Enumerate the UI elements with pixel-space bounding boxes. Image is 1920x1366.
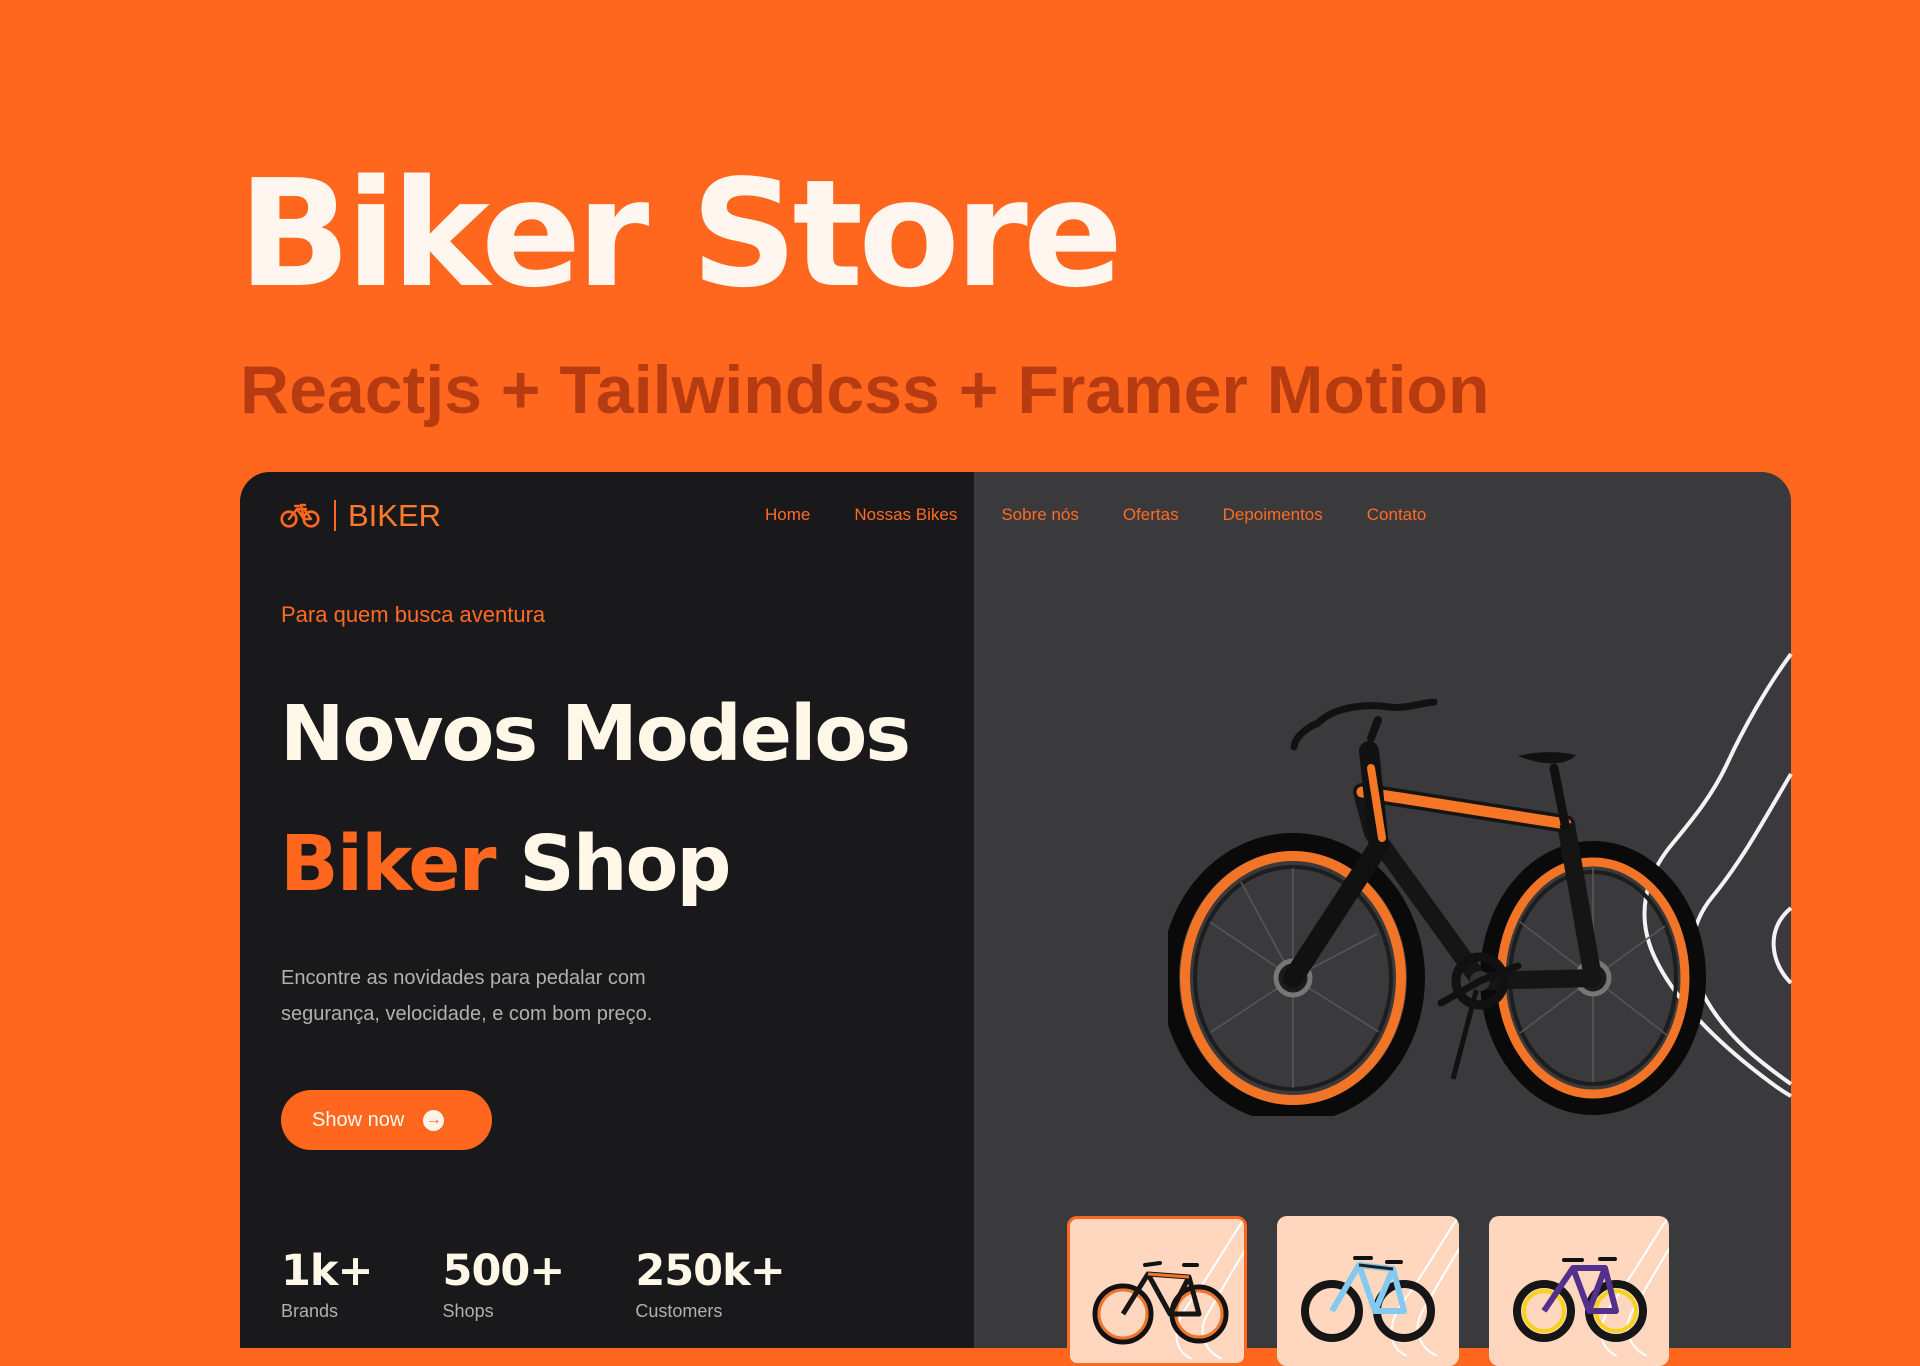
brand-divider [334,499,336,531]
stat-value: 1k+ [281,1246,374,1296]
nav-link-depoimentos[interactable]: Depoimentos [1223,506,1323,523]
stat-customers: 250k+ Customers [635,1246,785,1321]
stat-label: Shops [442,1301,494,1321]
show-now-button-label: Show now [312,1108,405,1131]
brand-logo[interactable]: BIKER [280,496,441,534]
orange-black-bicycle-image [1168,698,1706,1116]
bike-thumbnail-list [1067,1216,1669,1366]
stat-value: 500+ [442,1246,566,1296]
brand-name: BIKER [348,497,442,533]
bike-thumbnail-purple[interactable] [1489,1216,1669,1366]
nav-link-sobre-nos[interactable]: Sobre nós [1001,506,1079,523]
show-now-button[interactable]: Show now → [281,1090,492,1150]
hero-stats: 1k+ Brands 500+ Shops 250k+ Customers [281,1246,855,1321]
hero-headline-accent: Biker [280,820,496,909]
stat-value: 250k+ [635,1246,785,1296]
light-blue-mountain-bicycle-thumbnail [1301,1256,1435,1342]
nav-link-contato[interactable]: Contato [1367,506,1427,523]
orange-black-bicycle-thumbnail [1092,1261,1229,1345]
bicycle-icon [280,503,320,528]
bike-thumbnail-orange[interactable] [1067,1216,1247,1366]
nav-link-nossas-bikes[interactable]: Nossas Bikes [854,506,957,523]
nav-link-home[interactable]: Home [765,506,810,523]
stat-brands: 1k+ Brands [281,1246,374,1321]
cover-title: Biker Store [238,148,1123,320]
purple-yellow-mountain-bicycle-thumbnail [1513,1257,1647,1342]
hero-headline-line-1: Novos Modelos [280,690,911,779]
stat-label: Customers [635,1301,723,1321]
nav-link-ofertas[interactable]: Ofertas [1123,506,1179,523]
hero-left-panel: BIKER Para quem busca aventura Novos Mod… [240,472,974,1348]
stat-label: Brands [281,1301,339,1321]
hero-headline-line-2: Biker Shop [280,826,732,903]
stat-shops: 500+ Shops [442,1246,566,1321]
bike-thumbnail-blue[interactable] [1277,1216,1459,1366]
hero-tagline: Para quem busca aventura [281,602,546,627]
main-navigation: Home Nossas Bikes Sobre nós Ofertas Depo… [765,500,1426,528]
hero-description: Encontre as novidades para pedalar com s… [281,967,653,1025]
cover-subtitle: Reactjs + Tailwindcss + Framer Motion [240,352,1490,428]
hero-headline-rest: Shop [519,820,731,909]
arrow-right-icon: → [423,1109,445,1131]
